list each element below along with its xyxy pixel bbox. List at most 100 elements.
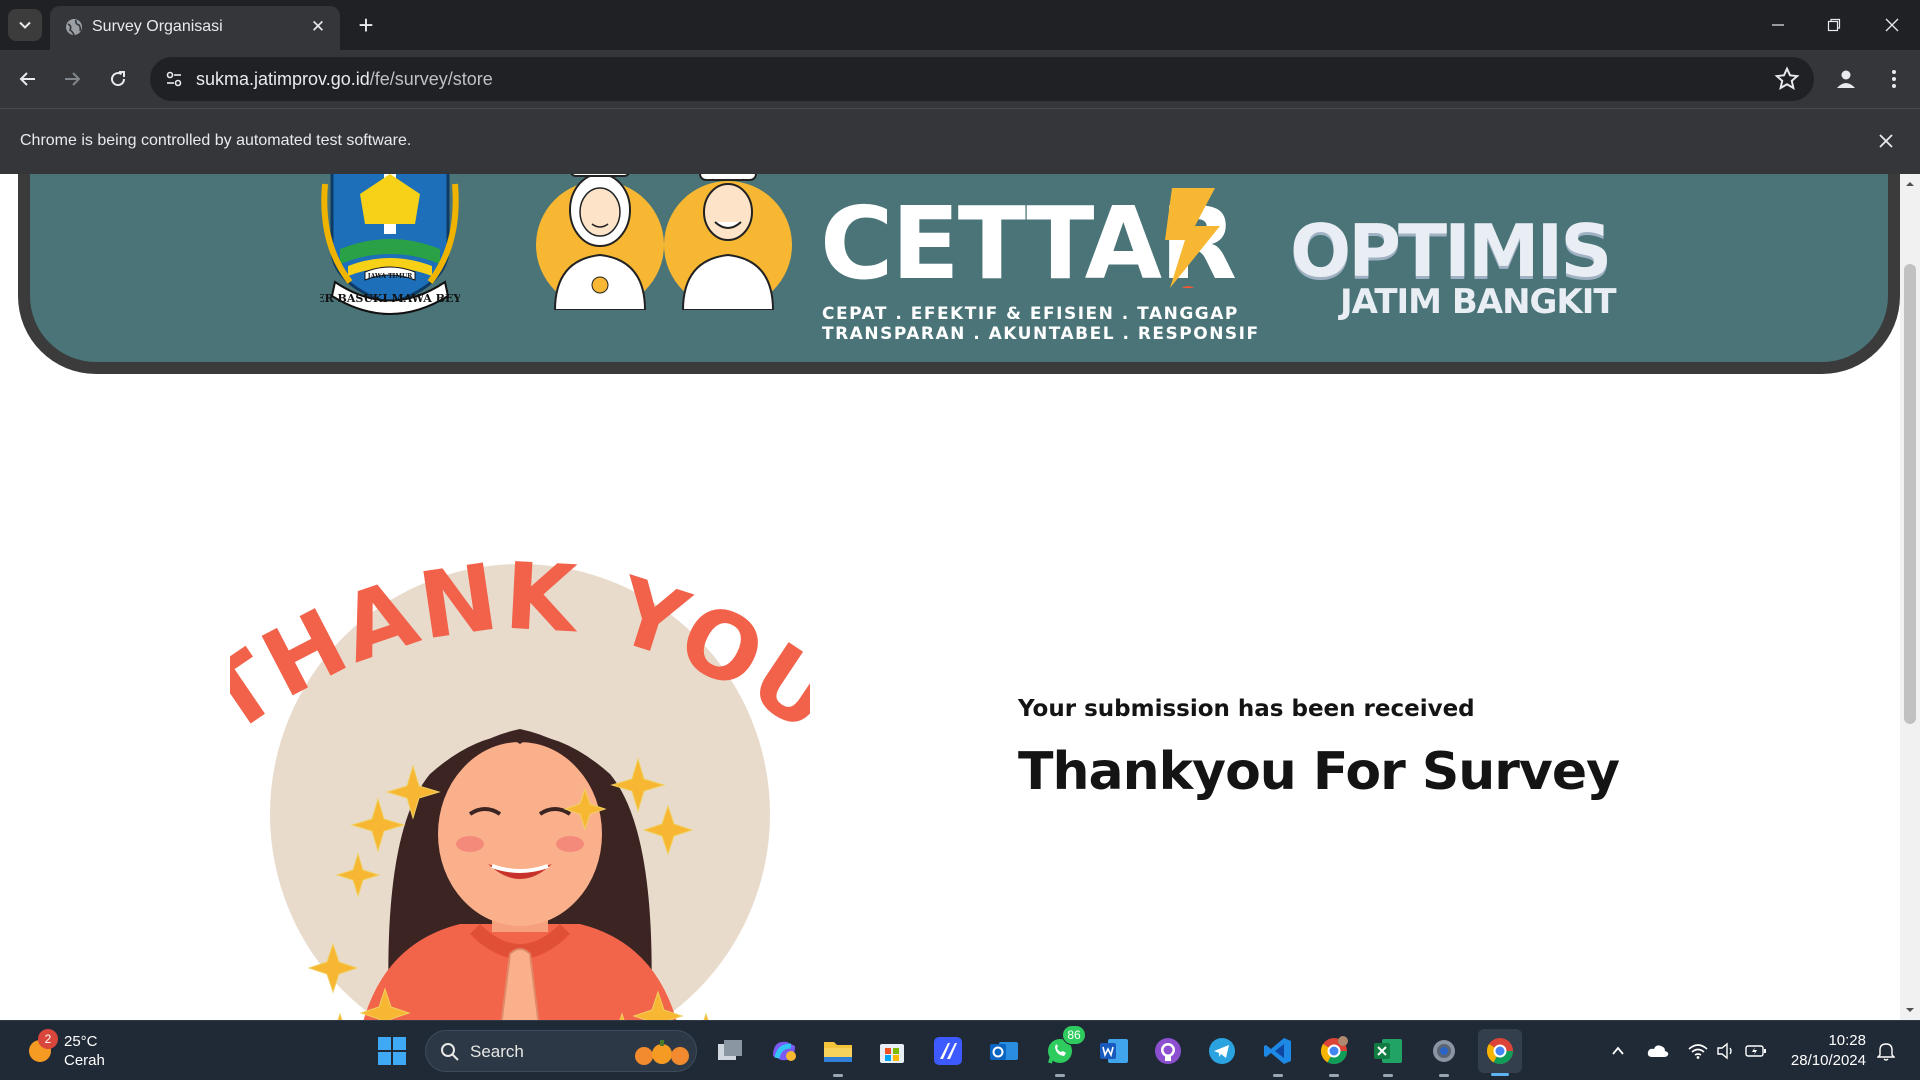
governor-caricatures xyxy=(536,174,792,310)
running-indicator xyxy=(1329,1074,1339,1077)
taskbar-search[interactable]: Search xyxy=(425,1030,697,1072)
infobar-close-icon[interactable] xyxy=(1874,129,1898,153)
page-content: JER BASUKI MAWA BEYA JAWA TIMUR CETTAR xyxy=(0,174,1900,1020)
whatsapp-badge: 86 xyxy=(1062,1025,1086,1045)
onedrive-tray[interactable] xyxy=(1646,1039,1670,1063)
taskbar-clock[interactable]: 10:28 28/10/2024 xyxy=(1786,1031,1866,1071)
address-bar[interactable]: sukma.jatimprov.go.id/fe/survey/store xyxy=(150,57,1814,101)
search-highlight-icon xyxy=(635,1040,689,1065)
browser-toolbar: sukma.jatimprov.go.id/fe/survey/store xyxy=(0,50,1920,108)
gear-icon xyxy=(1433,1040,1455,1062)
scroll-up-arrow-icon[interactable] xyxy=(1904,178,1916,190)
taskbar-app-edit[interactable] xyxy=(928,1031,968,1071)
outlook-icon xyxy=(990,1042,1018,1060)
jatim-crest-logo: JER BASUKI MAWA BEYA JAWA TIMUR xyxy=(320,174,460,315)
taskbar-outlook[interactable] xyxy=(984,1031,1024,1071)
wifi-icon xyxy=(1688,1044,1708,1059)
scroll-thumb[interactable] xyxy=(1904,264,1916,724)
url-path: /fe/survey/store xyxy=(369,69,493,89)
close-window-button[interactable] xyxy=(1864,0,1920,50)
tune-icon xyxy=(166,71,182,87)
speaker-icon xyxy=(1717,1042,1732,1060)
page-scrollbar[interactable] xyxy=(1900,174,1920,1020)
cettar-logo: CETTAR xyxy=(820,185,1237,288)
reload-button[interactable] xyxy=(102,63,134,95)
thank-you-illustration: THANK YOU xyxy=(230,543,810,1020)
store-icon xyxy=(880,1044,904,1063)
arrow-left-icon xyxy=(19,72,35,86)
restore-button[interactable] xyxy=(1806,0,1862,50)
search-icon xyxy=(441,1043,459,1061)
forward-button[interactable] xyxy=(56,63,88,95)
taskbar-settings[interactable] xyxy=(1424,1031,1464,1077)
thank-you-heading: Thankyou For Survey xyxy=(1018,742,1620,802)
weather-condition: Cerah xyxy=(64,1052,105,1069)
taskbar-file-explorer[interactable] xyxy=(818,1031,858,1077)
close-icon xyxy=(1879,134,1893,148)
tab-strip: Survey Organisasi ✕ + xyxy=(0,0,1920,50)
profile-icon xyxy=(1837,70,1855,88)
vscode-icon xyxy=(1264,1038,1291,1064)
taskbar-telegram[interactable] xyxy=(1202,1031,1242,1071)
taskbar-copilot[interactable] xyxy=(764,1031,804,1071)
bell-icon xyxy=(1877,1043,1895,1061)
taskbar-excel[interactable] xyxy=(1368,1031,1408,1077)
close-icon xyxy=(1885,18,1899,32)
taskbar-word[interactable] xyxy=(1094,1031,1134,1071)
infobar-text: Chrome is being controlled by automated … xyxy=(20,132,412,149)
app-edit-icon xyxy=(934,1037,962,1065)
more-vert-icon xyxy=(1892,70,1896,88)
taskbar-microsoft-store[interactable] xyxy=(872,1031,912,1071)
tab-search-button[interactable] xyxy=(8,9,42,41)
weather-widget[interactable]: 2 25°C Cerah xyxy=(24,1029,144,1073)
profile-button[interactable] xyxy=(1830,63,1862,95)
url-text: sukma.jatimprov.go.id/fe/survey/store xyxy=(196,69,493,90)
notifications-button[interactable] xyxy=(1874,1039,1898,1063)
weather-badge: 2 xyxy=(38,1029,58,1049)
scroll-down-arrow-icon[interactable] xyxy=(1904,1004,1916,1016)
cettar-tagline-line-2: TRANSPARAN . AKUNTABEL . RESPONSIF xyxy=(822,324,1260,344)
automation-infobar: Chrome is being controlled by automated … xyxy=(0,108,1920,174)
back-button[interactable] xyxy=(12,63,44,95)
battery-tray[interactable] xyxy=(1744,1039,1768,1063)
task-view-icon xyxy=(718,1040,742,1060)
windows-logo-icon xyxy=(378,1037,406,1065)
show-hidden-icons[interactable] xyxy=(1606,1039,1630,1063)
taskbar-github-desktop[interactable] xyxy=(1148,1031,1188,1071)
new-tab-button[interactable]: + xyxy=(352,10,380,40)
crest-caption: JER BASUKI MAWA BEYA xyxy=(320,292,460,305)
tab-close-icon[interactable]: ✕ xyxy=(306,15,330,39)
jatim-bangkit-text: JATIM BANGKIT xyxy=(1340,282,1617,322)
taskbar-task-view[interactable] xyxy=(710,1031,750,1071)
optimis-logo-text: OPTIMIS xyxy=(1290,209,1612,293)
submission-received-text: Your submission has been received xyxy=(1018,696,1475,722)
taskbar-vscode[interactable] xyxy=(1258,1031,1298,1077)
chevron-down-icon xyxy=(19,21,31,29)
crest-top-label: JAWA TIMUR xyxy=(367,273,413,280)
wifi-tray[interactable] xyxy=(1686,1039,1710,1063)
running-indicator xyxy=(833,1074,843,1077)
minimize-button[interactable] xyxy=(1750,0,1806,50)
globe-icon xyxy=(66,19,82,36)
windows-taskbar: 2 25°C Cerah Search 86 10:28 28/10/2024 xyxy=(0,1020,1920,1080)
header-banner: JER BASUKI MAWA BEYA JAWA TIMUR CETTAR xyxy=(18,174,1900,374)
running-indicator xyxy=(1055,1074,1065,1077)
running-indicator xyxy=(1383,1074,1393,1077)
start-button[interactable] xyxy=(372,1031,412,1071)
clock-time: 10:28 xyxy=(1828,1032,1866,1049)
battery-icon xyxy=(1745,1045,1766,1057)
volume-tray[interactable] xyxy=(1714,1039,1738,1063)
url-host: sukma.jatimprov.go.id xyxy=(196,69,370,89)
chevron-up-icon xyxy=(1612,1046,1624,1055)
bookmark-star-icon[interactable] xyxy=(1774,66,1800,92)
tab-survey-organisasi[interactable]: Survey Organisasi ✕ xyxy=(50,6,340,50)
menu-button[interactable] xyxy=(1878,63,1910,95)
cloud-icon xyxy=(1647,1045,1669,1057)
telegram-icon xyxy=(1209,1038,1235,1064)
taskbar-chrome[interactable] xyxy=(1478,1029,1522,1076)
taskbar-whatsapp[interactable]: 86 xyxy=(1040,1025,1086,1077)
taskbar-chrome-profile[interactable] xyxy=(1314,1031,1354,1077)
site-info-button[interactable] xyxy=(160,65,188,93)
reload-icon xyxy=(111,71,126,87)
running-indicator xyxy=(1439,1074,1449,1077)
